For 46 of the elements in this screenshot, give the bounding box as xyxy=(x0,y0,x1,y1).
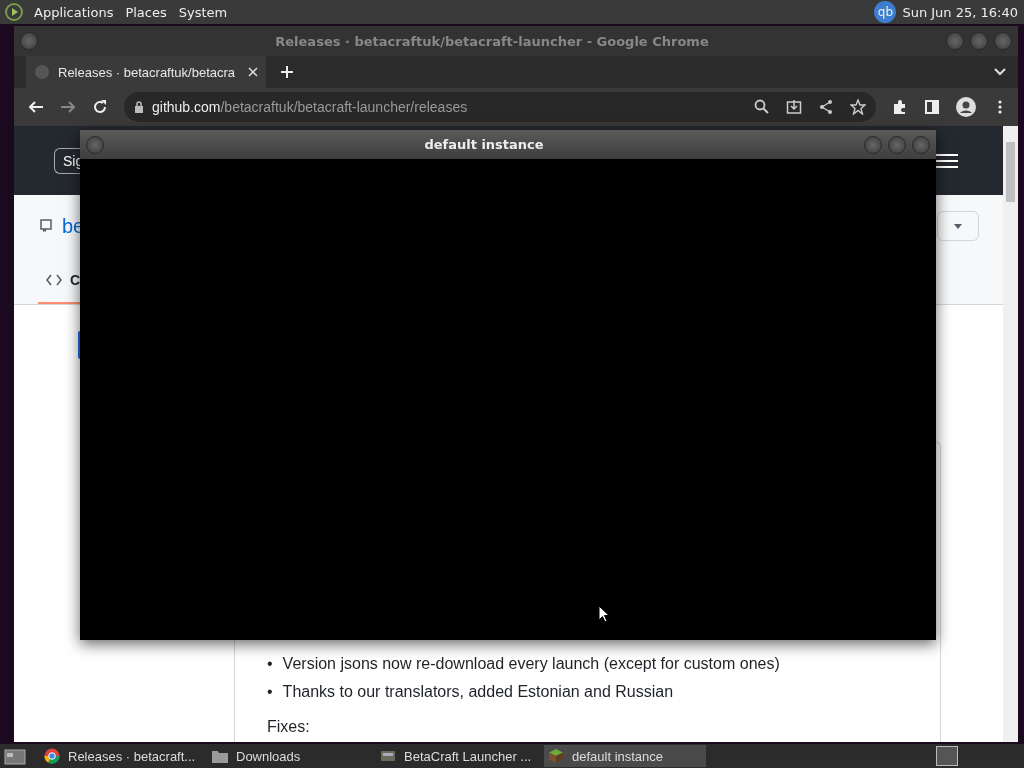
section-heading: Fixes: xyxy=(267,718,311,736)
panel-menu[interactable]: Applications xyxy=(34,4,114,20)
clock[interactable]: Sun Jun 25, 16:40 xyxy=(902,4,1018,20)
new-tab-icon[interactable] xyxy=(280,65,294,79)
workspace-switcher[interactable] xyxy=(936,746,958,766)
chevron-down-icon[interactable] xyxy=(994,68,1006,76)
back-icon[interactable] xyxy=(28,99,44,115)
menu-logo-icon[interactable] xyxy=(4,2,24,22)
browser-tab[interactable]: Releases · betacraftuk/betacra xyxy=(26,56,266,88)
launcher-icon xyxy=(380,748,396,764)
bullet: • xyxy=(267,682,273,702)
share-icon[interactable] xyxy=(818,99,834,115)
taskbar-item[interactable]: default instance xyxy=(544,745,706,767)
side-panel-icon[interactable] xyxy=(924,99,940,115)
grass-block-icon xyxy=(548,748,564,764)
panel-menu[interactable]: System xyxy=(178,4,228,20)
release-note: Version jsons now re-download every launch (except for custom ones) xyxy=(282,654,780,674)
taskbar-item[interactable]: BetaCraft Launcher ... xyxy=(376,745,538,767)
search-icon[interactable] xyxy=(754,99,770,115)
release-note: Thanks to our translators, added Estonian and Russian xyxy=(282,682,674,702)
caret-icon xyxy=(954,223,962,229)
repo-icon xyxy=(40,219,52,233)
lock-icon xyxy=(134,101,144,113)
mouse-pointer-icon xyxy=(598,605,610,623)
reload-icon[interactable] xyxy=(92,99,108,115)
menu-icon[interactable] xyxy=(936,152,958,169)
bullet: • xyxy=(267,654,273,674)
show-desktop-icon[interactable] xyxy=(4,747,26,765)
window-title: default instance xyxy=(424,137,544,152)
window-title: Releases · betacraftuk/betacraft-launcher - Google Chrome xyxy=(275,33,709,49)
profile-icon[interactable] xyxy=(956,97,976,117)
taskbar-item[interactable]: Downloads xyxy=(208,745,370,767)
address-bar[interactable]: github.com/betacraftuk/betacraft-launcher/releases xyxy=(124,92,876,122)
close-icon[interactable] xyxy=(248,67,258,77)
scrollbar[interactable] xyxy=(1003,126,1018,742)
forward-icon[interactable] xyxy=(60,99,76,115)
code-icon xyxy=(46,274,62,286)
taskbar-item[interactable]: Releases · betacraft... xyxy=(40,745,202,767)
github-icon xyxy=(34,64,50,80)
tray-badge[interactable]: qb xyxy=(874,1,897,23)
panel-menu[interactable]: Places xyxy=(125,4,167,20)
puzzle-icon[interactable] xyxy=(892,99,908,115)
star-icon[interactable] xyxy=(850,99,866,115)
folder-icon xyxy=(212,748,228,764)
install-icon[interactable] xyxy=(786,99,802,115)
browser-icon xyxy=(44,748,60,764)
